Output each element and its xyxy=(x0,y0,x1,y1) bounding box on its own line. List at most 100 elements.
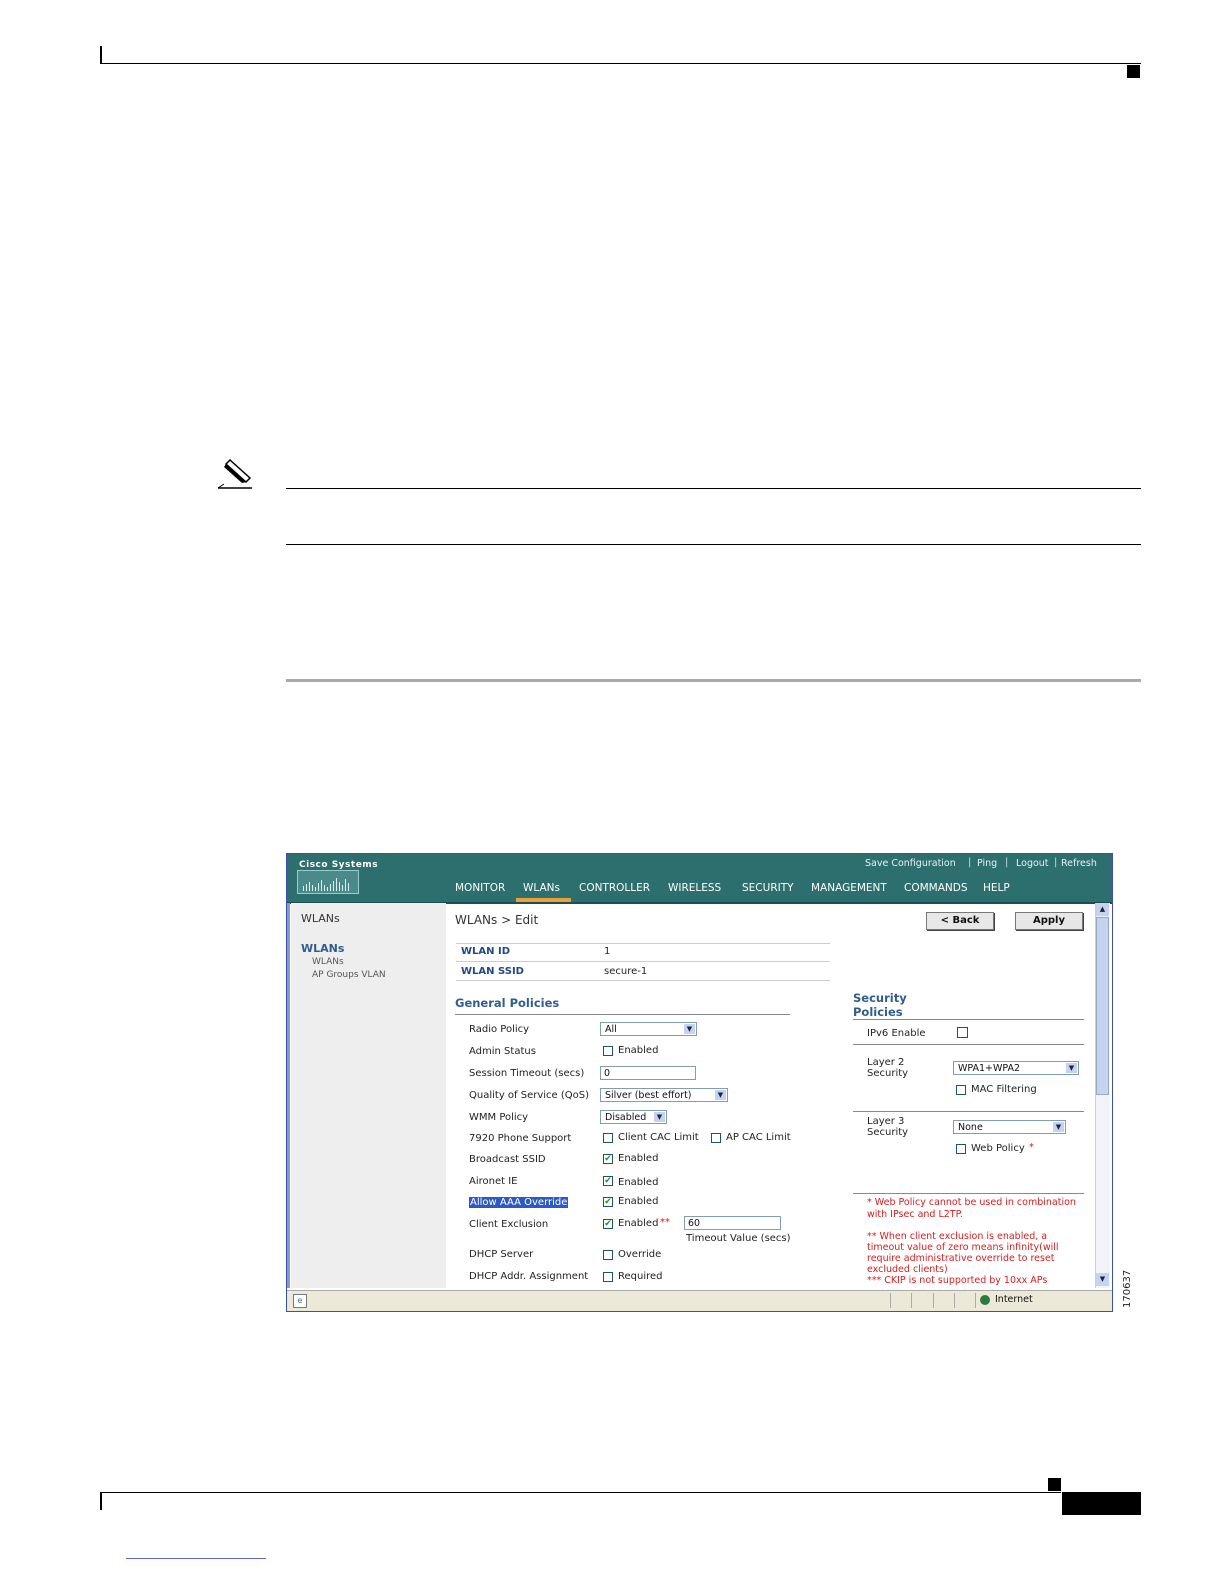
scroll-down-icon[interactable]: ▼ xyxy=(1096,1273,1109,1286)
wlan-id-value: 1 xyxy=(604,946,611,957)
checkmark-icon: ✔ xyxy=(604,1197,612,1207)
admin-status-label: Admin Status xyxy=(469,1046,536,1057)
ipv6-enable-label: IPv6 Enable xyxy=(867,1028,926,1039)
dhcp-addr-checkbox[interactable] xyxy=(603,1272,613,1282)
aironet-ie-checkbox[interactable]: ✔ xyxy=(603,1176,613,1186)
dhcp-server-checkbox[interactable] xyxy=(603,1250,613,1260)
step-rule xyxy=(286,679,1141,682)
checkmark-icon: ✔ xyxy=(604,1176,612,1186)
note-rule-top xyxy=(286,488,1141,489)
wlc-screenshot: Cisco Systems Save Configuration | Ping … xyxy=(286,853,1113,1312)
footer-page-tab xyxy=(1062,1492,1141,1515)
note-pencil-icon xyxy=(217,458,252,489)
layer2-security-select[interactable]: WPA1+WPA2 ▼ xyxy=(953,1061,1079,1075)
internet-zone-label: Internet xyxy=(995,1294,1033,1305)
phone-7920-label: 7920 Phone Support xyxy=(469,1133,572,1144)
dhcp-addr-option: Required xyxy=(618,1271,663,1282)
nav-management[interactable]: MANAGEMENT xyxy=(811,882,887,894)
status-divider xyxy=(911,1293,912,1308)
dhcp-server-label: DHCP Server xyxy=(469,1249,534,1260)
layer2-security-value: WPA1+WPA2 xyxy=(958,1063,1021,1074)
dhcp-server-option: Override xyxy=(618,1249,662,1260)
scroll-up-icon[interactable]: ▲ xyxy=(1096,903,1109,916)
wmm-policy-label: WMM Policy xyxy=(469,1112,529,1123)
nav-security[interactable]: SECURITY xyxy=(742,882,794,894)
broadcast-ssid-checkbox[interactable]: ✔ xyxy=(603,1154,613,1164)
footer-rule xyxy=(100,1492,1061,1493)
sidebar-item-wlans[interactable]: WLANs xyxy=(312,957,344,967)
notes-rule xyxy=(853,1193,1084,1194)
wlan-id-rule xyxy=(456,943,830,944)
web-policy-marker: * xyxy=(1029,1142,1034,1153)
refresh-link[interactable]: Refresh xyxy=(1061,858,1097,869)
note-exclusion-line4: excluded clients) xyxy=(867,1264,948,1275)
wlan-ssid-rule xyxy=(456,961,830,962)
page-icon: e xyxy=(293,1294,307,1308)
nav-controller[interactable]: CONTROLLER xyxy=(579,882,650,894)
logout-link[interactable]: Logout xyxy=(1016,858,1049,869)
layer3-security-value: None xyxy=(958,1122,983,1133)
client-exclusion-marker: ** xyxy=(660,1217,670,1228)
ipv6-enable-checkbox[interactable] xyxy=(957,1027,968,1038)
layer3-security-label-line1: Layer 3 xyxy=(867,1116,905,1127)
save-configuration-link[interactable]: Save Configuration xyxy=(865,858,956,869)
status-divider xyxy=(933,1293,934,1308)
sidebar-item-ap-groups-vlan[interactable]: AP Groups VLAN xyxy=(312,970,386,980)
nav-monitor[interactable]: MONITOR xyxy=(455,882,505,894)
mac-filtering-label: MAC Filtering xyxy=(971,1084,1037,1095)
ap-cac-limit-checkbox[interactable] xyxy=(711,1133,721,1143)
note-web-policy-line1: * Web Policy cannot be used in combinati… xyxy=(867,1197,1076,1208)
admin-status-checkbox[interactable] xyxy=(603,1046,613,1056)
security-policies-heading-line2: Policies xyxy=(853,1005,903,1019)
client-exclusion-label: Client Exclusion xyxy=(469,1219,549,1230)
timeout-value-label: Timeout Value (secs) xyxy=(686,1233,791,1244)
apply-button[interactable]: Apply xyxy=(1015,912,1083,930)
client-exclusion-checkbox[interactable]: ✔ xyxy=(603,1219,613,1229)
web-policy-label: Web Policy xyxy=(971,1143,1025,1154)
sidebar-section-wlans[interactable]: WLANs xyxy=(301,942,344,955)
footer-link-underline[interactable] xyxy=(126,1558,266,1559)
vertical-scrollbar[interactable]: ▲ ▼ xyxy=(1095,903,1110,1288)
security-rule-1 xyxy=(853,1044,1084,1045)
note-exclusion-line1: ** When client exclusion is enabled, a xyxy=(867,1231,1048,1242)
internet-zone-icon xyxy=(980,1295,990,1305)
note-ckip: *** CKIP is not supported by 10xx APs xyxy=(867,1275,1048,1286)
note-exclusion-line3: require administrative override to reset xyxy=(867,1253,1055,1264)
wlan-id-label: WLAN ID xyxy=(461,946,511,957)
broadcast-ssid-option: Enabled xyxy=(618,1153,659,1164)
nav-wlans[interactable]: WLANs xyxy=(523,882,560,894)
general-policies-rule xyxy=(455,1014,790,1015)
client-cac-limit-checkbox[interactable] xyxy=(603,1133,613,1143)
wmm-policy-select[interactable]: Disabled ▼ xyxy=(600,1110,667,1124)
radio-policy-label: Radio Policy xyxy=(469,1024,530,1035)
ap-cac-limit-label: AP CAC Limit xyxy=(726,1132,791,1143)
scroll-thumb[interactable] xyxy=(1096,917,1109,1095)
allow-aaa-override-checkbox[interactable]: ✔ xyxy=(603,1197,613,1207)
qos-select[interactable]: Silver (best effort) ▼ xyxy=(600,1088,728,1102)
note-exclusion-line2: timeout value of zero means infinity(wil… xyxy=(867,1242,1059,1253)
cisco-logo-icon xyxy=(303,878,349,891)
admin-status-option: Enabled xyxy=(618,1045,659,1056)
session-timeout-input[interactable]: 0 xyxy=(600,1066,696,1080)
nav-wireless[interactable]: WIRELESS xyxy=(668,882,721,894)
web-policy-checkbox[interactable] xyxy=(956,1144,966,1154)
radio-policy-select[interactable]: All ▼ xyxy=(600,1022,697,1036)
mac-filtering-checkbox[interactable] xyxy=(956,1085,966,1095)
timeout-value-input[interactable]: 60 xyxy=(684,1216,781,1230)
nav-active-indicator xyxy=(516,898,571,902)
dhcp-addr-label: DHCP Addr. Assignment xyxy=(469,1271,589,1282)
checkmark-icon: ✔ xyxy=(604,1154,612,1164)
back-button[interactable]: < Back xyxy=(926,912,994,930)
layer3-security-select[interactable]: None ▼ xyxy=(953,1120,1066,1134)
checkmark-icon: ✔ xyxy=(604,1219,612,1229)
nav-help[interactable]: HELP xyxy=(983,882,1010,894)
allow-aaa-override-option: Enabled xyxy=(618,1196,659,1207)
status-divider xyxy=(890,1293,891,1308)
security-policies-rule xyxy=(853,1019,1084,1020)
footer-tick xyxy=(100,1492,102,1510)
wlan-ssid-label: WLAN SSID xyxy=(461,966,524,977)
client-exclusion-option: Enabled xyxy=(618,1218,659,1229)
ping-link[interactable]: Ping xyxy=(977,858,997,869)
status-divider xyxy=(975,1293,976,1308)
nav-commands[interactable]: COMMANDS xyxy=(904,882,968,894)
